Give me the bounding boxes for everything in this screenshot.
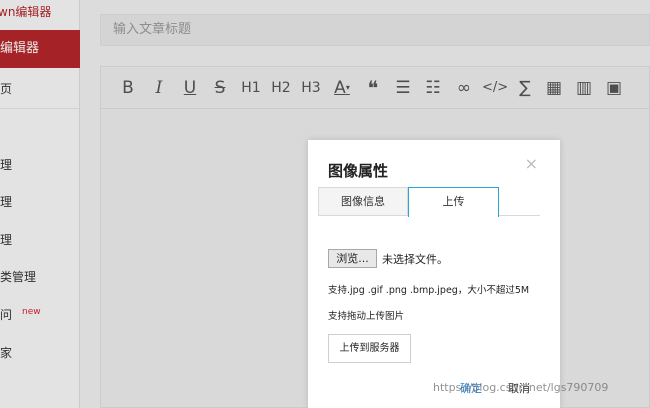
tab-image-info[interactable]: 图像信息 [318,187,408,216]
image-properties-dialog: 图像属性 × 图像信息 上传 浏览... 未选择文件。 支持.jpg .gif … [308,140,560,408]
tab-upload[interactable]: 上传 [408,187,499,217]
no-file-selected-text: 未选择文件。 [382,253,448,266]
tab-active-gap [409,215,498,216]
close-icon[interactable]: × [525,154,538,173]
upload-to-server-button[interactable]: 上传到服务器 [328,334,411,363]
supported-types-hint: 支持.jpg .gif .png .bmp.jpeg，大小不超过5M [328,285,530,296]
drag-upload-hint: 支持拖动上传图片 [328,311,405,322]
browse-file-button[interactable]: 浏览... [328,249,377,268]
dialog-title: 图像属性 [328,162,389,180]
watermark: https://blog.csdn.net/lgs790709 [433,381,609,394]
